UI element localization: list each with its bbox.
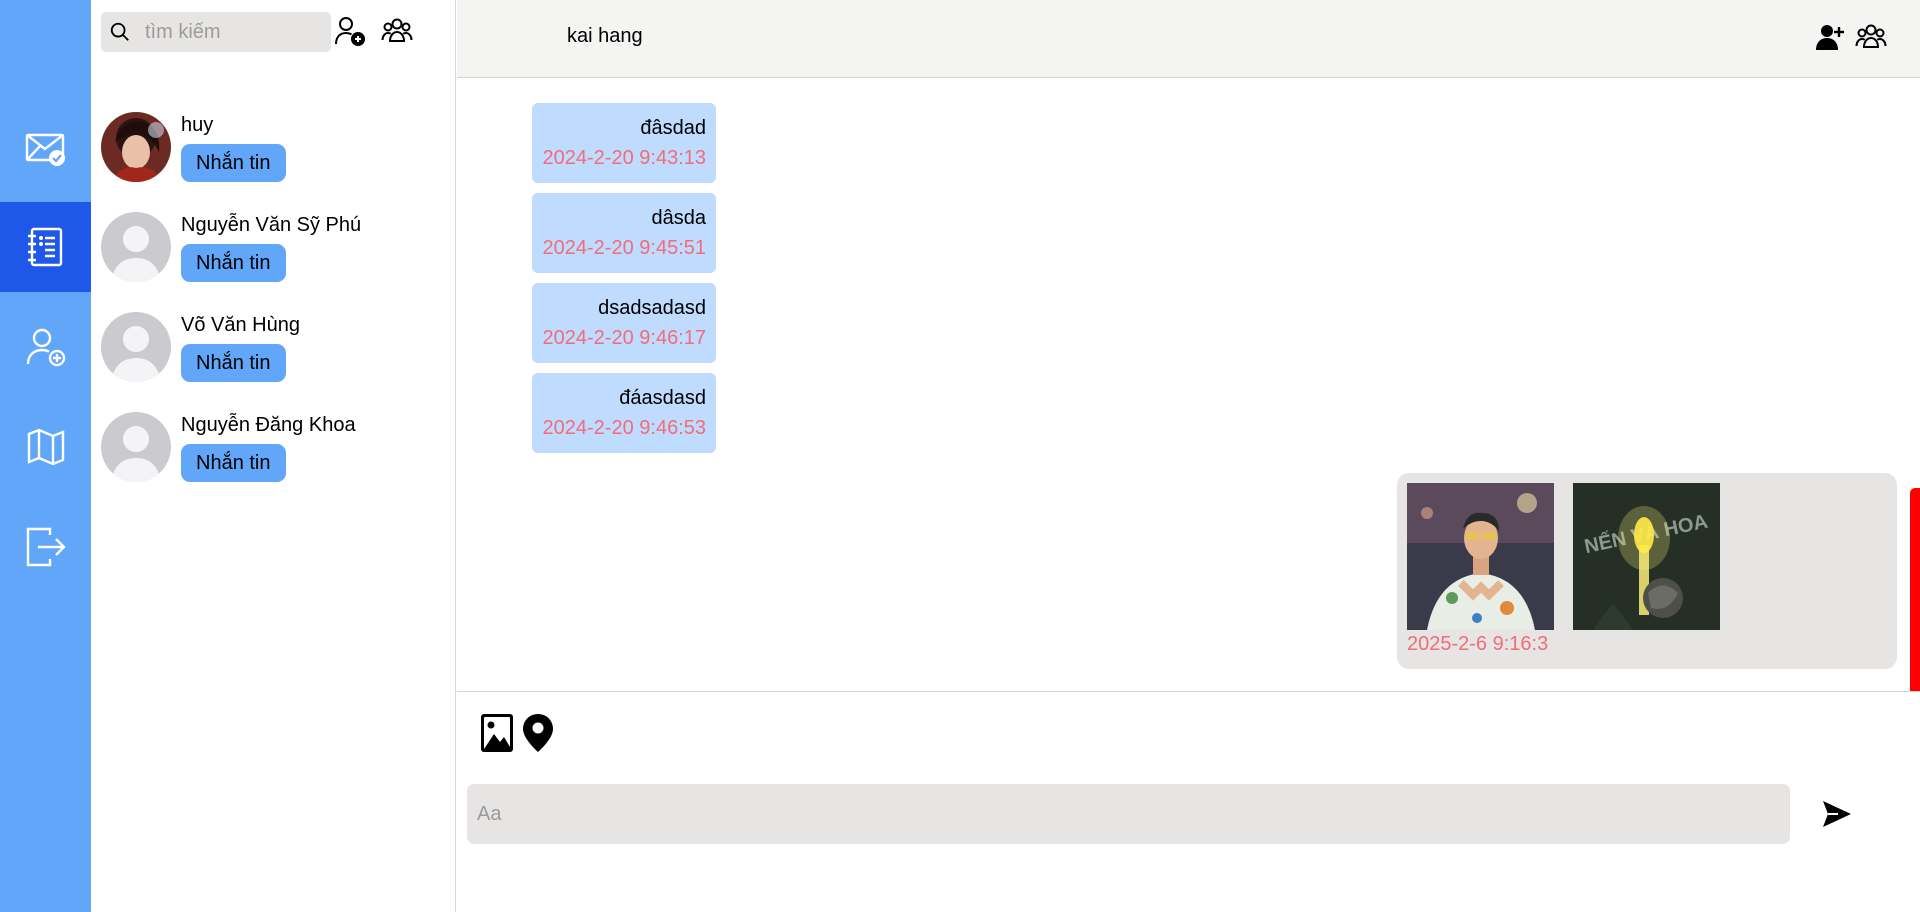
message-text: đâsdad [640,117,706,139]
add-friend-icon [335,17,365,46]
contact-item[interactable]: Nguyễn Đăng Khoa Nhắn tin [101,412,441,490]
avatar [101,412,171,482]
send-icon [1823,801,1851,827]
message-bubble: dâsda 2024-2-20 9:45:51 [532,193,716,273]
contact-name: Nguyễn Văn Sỹ Phú [181,214,362,236]
contact-item[interactable]: huy Nhắn tin [101,112,441,190]
message-time: 2024-2-20 9:45:51 [542,237,706,259]
group-members-button[interactable] [1855,21,1887,53]
message-button[interactable]: Nhắn tin [181,444,286,482]
composer [457,691,1920,912]
message-button[interactable]: Nhắn tin [181,144,286,182]
rail-item-messages[interactable] [0,103,91,193]
chat-app: huy Nhắn tin Nguyễn Văn Sỹ Phú Nhắn tin [0,0,1920,912]
avatar [101,112,171,182]
nav-rail [0,0,91,912]
rail-item-logout[interactable] [0,502,91,592]
message-input[interactable] [467,784,1790,844]
search-icon [110,22,129,41]
message-time: 2024-2-20 9:43:13 [542,147,706,169]
contacts-book-icon [27,227,62,267]
message-button[interactable]: Nhắn tin [181,344,286,382]
message-button[interactable]: Nhắn tin [181,244,286,282]
contact-name: huy [181,114,214,136]
rail-item-add-friend[interactable] [0,302,91,392]
message-text: dâsda [651,207,707,229]
group-members-icon [1855,24,1887,48]
message-time: 2024-2-20 9:46:17 [542,327,706,349]
message-time: 2025-2-6 9:16:3 [1407,633,1549,655]
message-text: dsadsadasd [598,297,706,319]
rail-item-map[interactable] [0,402,91,492]
message-bubble: đáasdasd 2024-2-20 9:46:53 [532,373,716,453]
image-message: NẾN VÀ HOA 2025-2-6 9:16:3 [1397,473,1897,669]
contacts-panel: huy Nhắn tin Nguyễn Văn Sỹ Phú Nhắn tin [91,0,456,912]
rail-item-contacts[interactable] [0,202,91,292]
location-pin-icon [523,714,553,752]
image-attach-icon [481,714,513,752]
contact-item[interactable]: Võ Văn Hùng Nhắn tin [101,312,441,390]
logout-icon [26,527,66,567]
share-location-button[interactable] [520,712,556,754]
add-member-icon [1816,25,1844,50]
create-group-button[interactable] [380,14,414,48]
attach-image-button[interactable] [479,712,515,754]
message-image-candle[interactable]: NẾN VÀ HOA [1573,483,1720,630]
message-time: 2024-2-20 9:46:53 [542,417,706,439]
message-bubble: đâsdad 2024-2-20 9:43:13 [532,103,716,183]
add-member-button[interactable] [1815,21,1847,53]
message-image-person[interactable] [1407,483,1554,630]
map-icon [27,428,64,466]
add-user-icon [26,328,65,367]
avatar [101,312,171,382]
contact-name: Võ Văn Hùng [181,314,300,336]
chat-title: kai hang [567,25,643,47]
chat-header: kai hang [457,0,1920,78]
contact-name: Nguyễn Đăng Khoa [181,414,356,436]
message-list[interactable]: đâsdad 2024-2-20 9:43:13 dâsda 2024-2-20… [457,79,1920,758]
create-group-icon [381,18,413,42]
send-button[interactable] [1820,797,1854,831]
contact-item[interactable]: Nguyễn Văn Sỹ Phú Nhắn tin [101,212,441,290]
search-box [101,12,331,52]
avatar [101,212,171,282]
mail-check-icon [25,133,65,166]
add-friend-button[interactable] [333,14,367,48]
search-input[interactable] [145,20,315,44]
message-bubble: dsadsadasd 2024-2-20 9:46:17 [532,283,716,363]
message-text: đáasdasd [619,387,706,409]
